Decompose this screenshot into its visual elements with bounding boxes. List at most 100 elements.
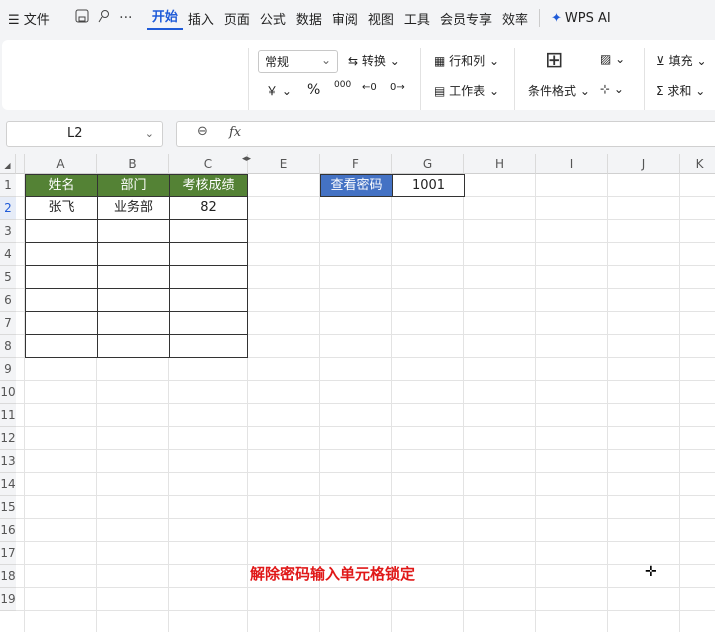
data-cell[interactable]: 张飞 xyxy=(25,196,98,220)
conditional-format-button[interactable]: 条件格式 ⌄ xyxy=(528,82,590,99)
row-header-17[interactable]: 17 xyxy=(0,542,16,565)
row-header-3[interactable]: 3 xyxy=(0,220,16,243)
row-header-11[interactable]: 11 xyxy=(0,404,16,427)
worksheet-label: 工作表 xyxy=(449,84,486,98)
column-header-f[interactable]: F xyxy=(320,154,392,174)
chevron-down-icon: ⌄ xyxy=(144,127,154,140)
empty-cell[interactable] xyxy=(97,219,170,243)
header-cell: 姓名 xyxy=(25,174,98,197)
row-gridline xyxy=(16,518,715,519)
number-format-dropdown[interactable]: 常规 ⌄ xyxy=(258,50,338,73)
select-all-corner[interactable]: ◢ xyxy=(0,154,16,174)
row-header-13[interactable]: 13 xyxy=(0,450,16,473)
empty-cell[interactable] xyxy=(97,334,170,358)
column-header-a[interactable]: A xyxy=(25,154,97,174)
column-gridline xyxy=(535,174,536,632)
empty-cell[interactable] xyxy=(169,242,248,266)
cell-style-button[interactable]: ▨ ⌄ xyxy=(600,52,625,66)
worksheet-button[interactable]: ▤ 工作表 ⌄ xyxy=(434,82,499,99)
conditional-format-icon[interactable]: ⊞ xyxy=(545,48,563,73)
view-password-cell[interactable]: 查看密码 xyxy=(320,174,393,197)
empty-cell[interactable] xyxy=(25,288,98,312)
row-header-14[interactable]: 14 xyxy=(0,473,16,496)
convert-button[interactable]: ⇆ 转换 ⌄ xyxy=(348,52,400,69)
empty-cell[interactable] xyxy=(25,265,98,289)
tab-home[interactable]: 开始 xyxy=(146,6,183,30)
row-header-16[interactable]: 16 xyxy=(0,519,16,542)
tab-insert[interactable]: 插入 xyxy=(183,9,219,28)
tab-page[interactable]: 页面 xyxy=(219,9,255,28)
corner-triangle-icon: ◢ xyxy=(4,161,11,170)
formula-input[interactable]: ⊖ fx xyxy=(176,121,715,147)
row-header-9[interactable]: 9 xyxy=(0,358,16,381)
tab-review[interactable]: 审阅 xyxy=(327,9,363,28)
empty-cell[interactable] xyxy=(169,334,248,358)
empty-cell[interactable] xyxy=(25,311,98,335)
fx-icon[interactable]: fx xyxy=(229,125,241,140)
row-header-15[interactable]: 15 xyxy=(0,496,16,519)
file-menu[interactable]: ☰ 文件 xyxy=(0,9,55,28)
empty-cell[interactable] xyxy=(97,311,170,335)
percent-button[interactable]: % xyxy=(307,82,320,98)
column-header-g[interactable]: G xyxy=(392,154,464,174)
row-header-12[interactable]: 12 xyxy=(0,427,16,450)
border-button[interactable]: ⊹ ⌄ xyxy=(600,82,624,96)
data-cell[interactable]: 82 xyxy=(169,196,248,220)
header-cell: 考核成绩 xyxy=(169,174,248,197)
thousands-button[interactable]: 000 xyxy=(334,80,351,90)
column-header-e[interactable]: E xyxy=(248,154,320,174)
worksheet-icon: ▤ xyxy=(434,84,446,98)
column-header-h[interactable]: H xyxy=(464,154,536,174)
tab-view[interactable]: 视图 xyxy=(363,9,399,28)
format-painter-icon[interactable] xyxy=(93,9,115,27)
row-header-7[interactable]: 7 xyxy=(0,312,16,335)
tab-data[interactable]: 数据 xyxy=(291,9,327,28)
row-header-18[interactable]: 18 xyxy=(0,565,16,588)
currency-button[interactable]: ￥ ⌄ xyxy=(266,82,292,99)
name-box[interactable]: L2 ⌄ xyxy=(6,121,163,147)
empty-cell[interactable] xyxy=(25,219,98,243)
row-header-8[interactable]: 8 xyxy=(0,335,16,358)
hidden-column-icon[interactable]: ◂▸ xyxy=(242,154,251,164)
rows-cols-button[interactable]: ▦ 行和列 ⌄ xyxy=(434,52,499,69)
row-header-19[interactable]: 19 xyxy=(0,588,16,611)
row-header-6[interactable]: 6 xyxy=(0,289,16,312)
password-value-cell[interactable]: 1001 xyxy=(392,174,465,197)
spreadsheet-grid[interactable]: ◢ A B C E F G H I J K ◂▸ 1 2 3 4 5 6 7 8 9 10 11 12 13 14 15 16 17 1… xyxy=(0,154,715,632)
empty-cell[interactable] xyxy=(25,334,98,358)
save-icon[interactable] xyxy=(71,9,93,27)
empty-cell[interactable] xyxy=(169,265,248,289)
empty-cell[interactable] xyxy=(169,219,248,243)
row-header-10[interactable]: 10 xyxy=(0,381,16,404)
empty-cell[interactable] xyxy=(97,242,170,266)
fill-button[interactable]: ⊻ 填充 ⌄ xyxy=(656,52,707,69)
zoom-icon[interactable]: ⊖ xyxy=(197,124,208,139)
column-header-b[interactable]: B xyxy=(97,154,169,174)
wps-ai-icon: ✦ xyxy=(550,10,562,26)
tab-efficiency[interactable]: 效率 xyxy=(497,9,533,28)
row-header-1[interactable]: 1 xyxy=(0,174,16,197)
data-cell[interactable]: 业务部 xyxy=(97,196,170,220)
column-header-j[interactable]: J xyxy=(608,154,680,174)
column-header-i[interactable]: I xyxy=(536,154,608,174)
increase-decimal-button[interactable]: ←0 xyxy=(362,82,377,93)
wps-ai-button[interactable]: ✦ WPS AI xyxy=(546,11,616,26)
empty-cell[interactable] xyxy=(169,311,248,335)
row-header-5[interactable]: 5 xyxy=(0,266,16,289)
row-header-2[interactable]: 2 xyxy=(0,197,16,220)
conditional-format-glyph: ⊞ xyxy=(545,48,564,73)
decrease-decimal-button[interactable]: 0→ xyxy=(390,82,405,93)
column-header-k[interactable]: K xyxy=(680,154,715,174)
tab-tools[interactable]: 工具 xyxy=(399,9,435,28)
more-icon[interactable]: ··· xyxy=(115,10,137,26)
empty-cell[interactable] xyxy=(169,288,248,312)
empty-cell[interactable] xyxy=(97,265,170,289)
number-format-value: 常规 xyxy=(265,55,290,69)
sum-button[interactable]: Σ 求和 ⌄ xyxy=(656,82,705,99)
empty-cell[interactable] xyxy=(25,242,98,266)
row-header-4[interactable]: 4 xyxy=(0,243,16,266)
empty-cell[interactable] xyxy=(97,288,170,312)
tab-formula[interactable]: 公式 xyxy=(255,9,291,28)
column-header-c[interactable]: C xyxy=(169,154,248,174)
tab-member[interactable]: 会员专享 xyxy=(435,9,497,28)
